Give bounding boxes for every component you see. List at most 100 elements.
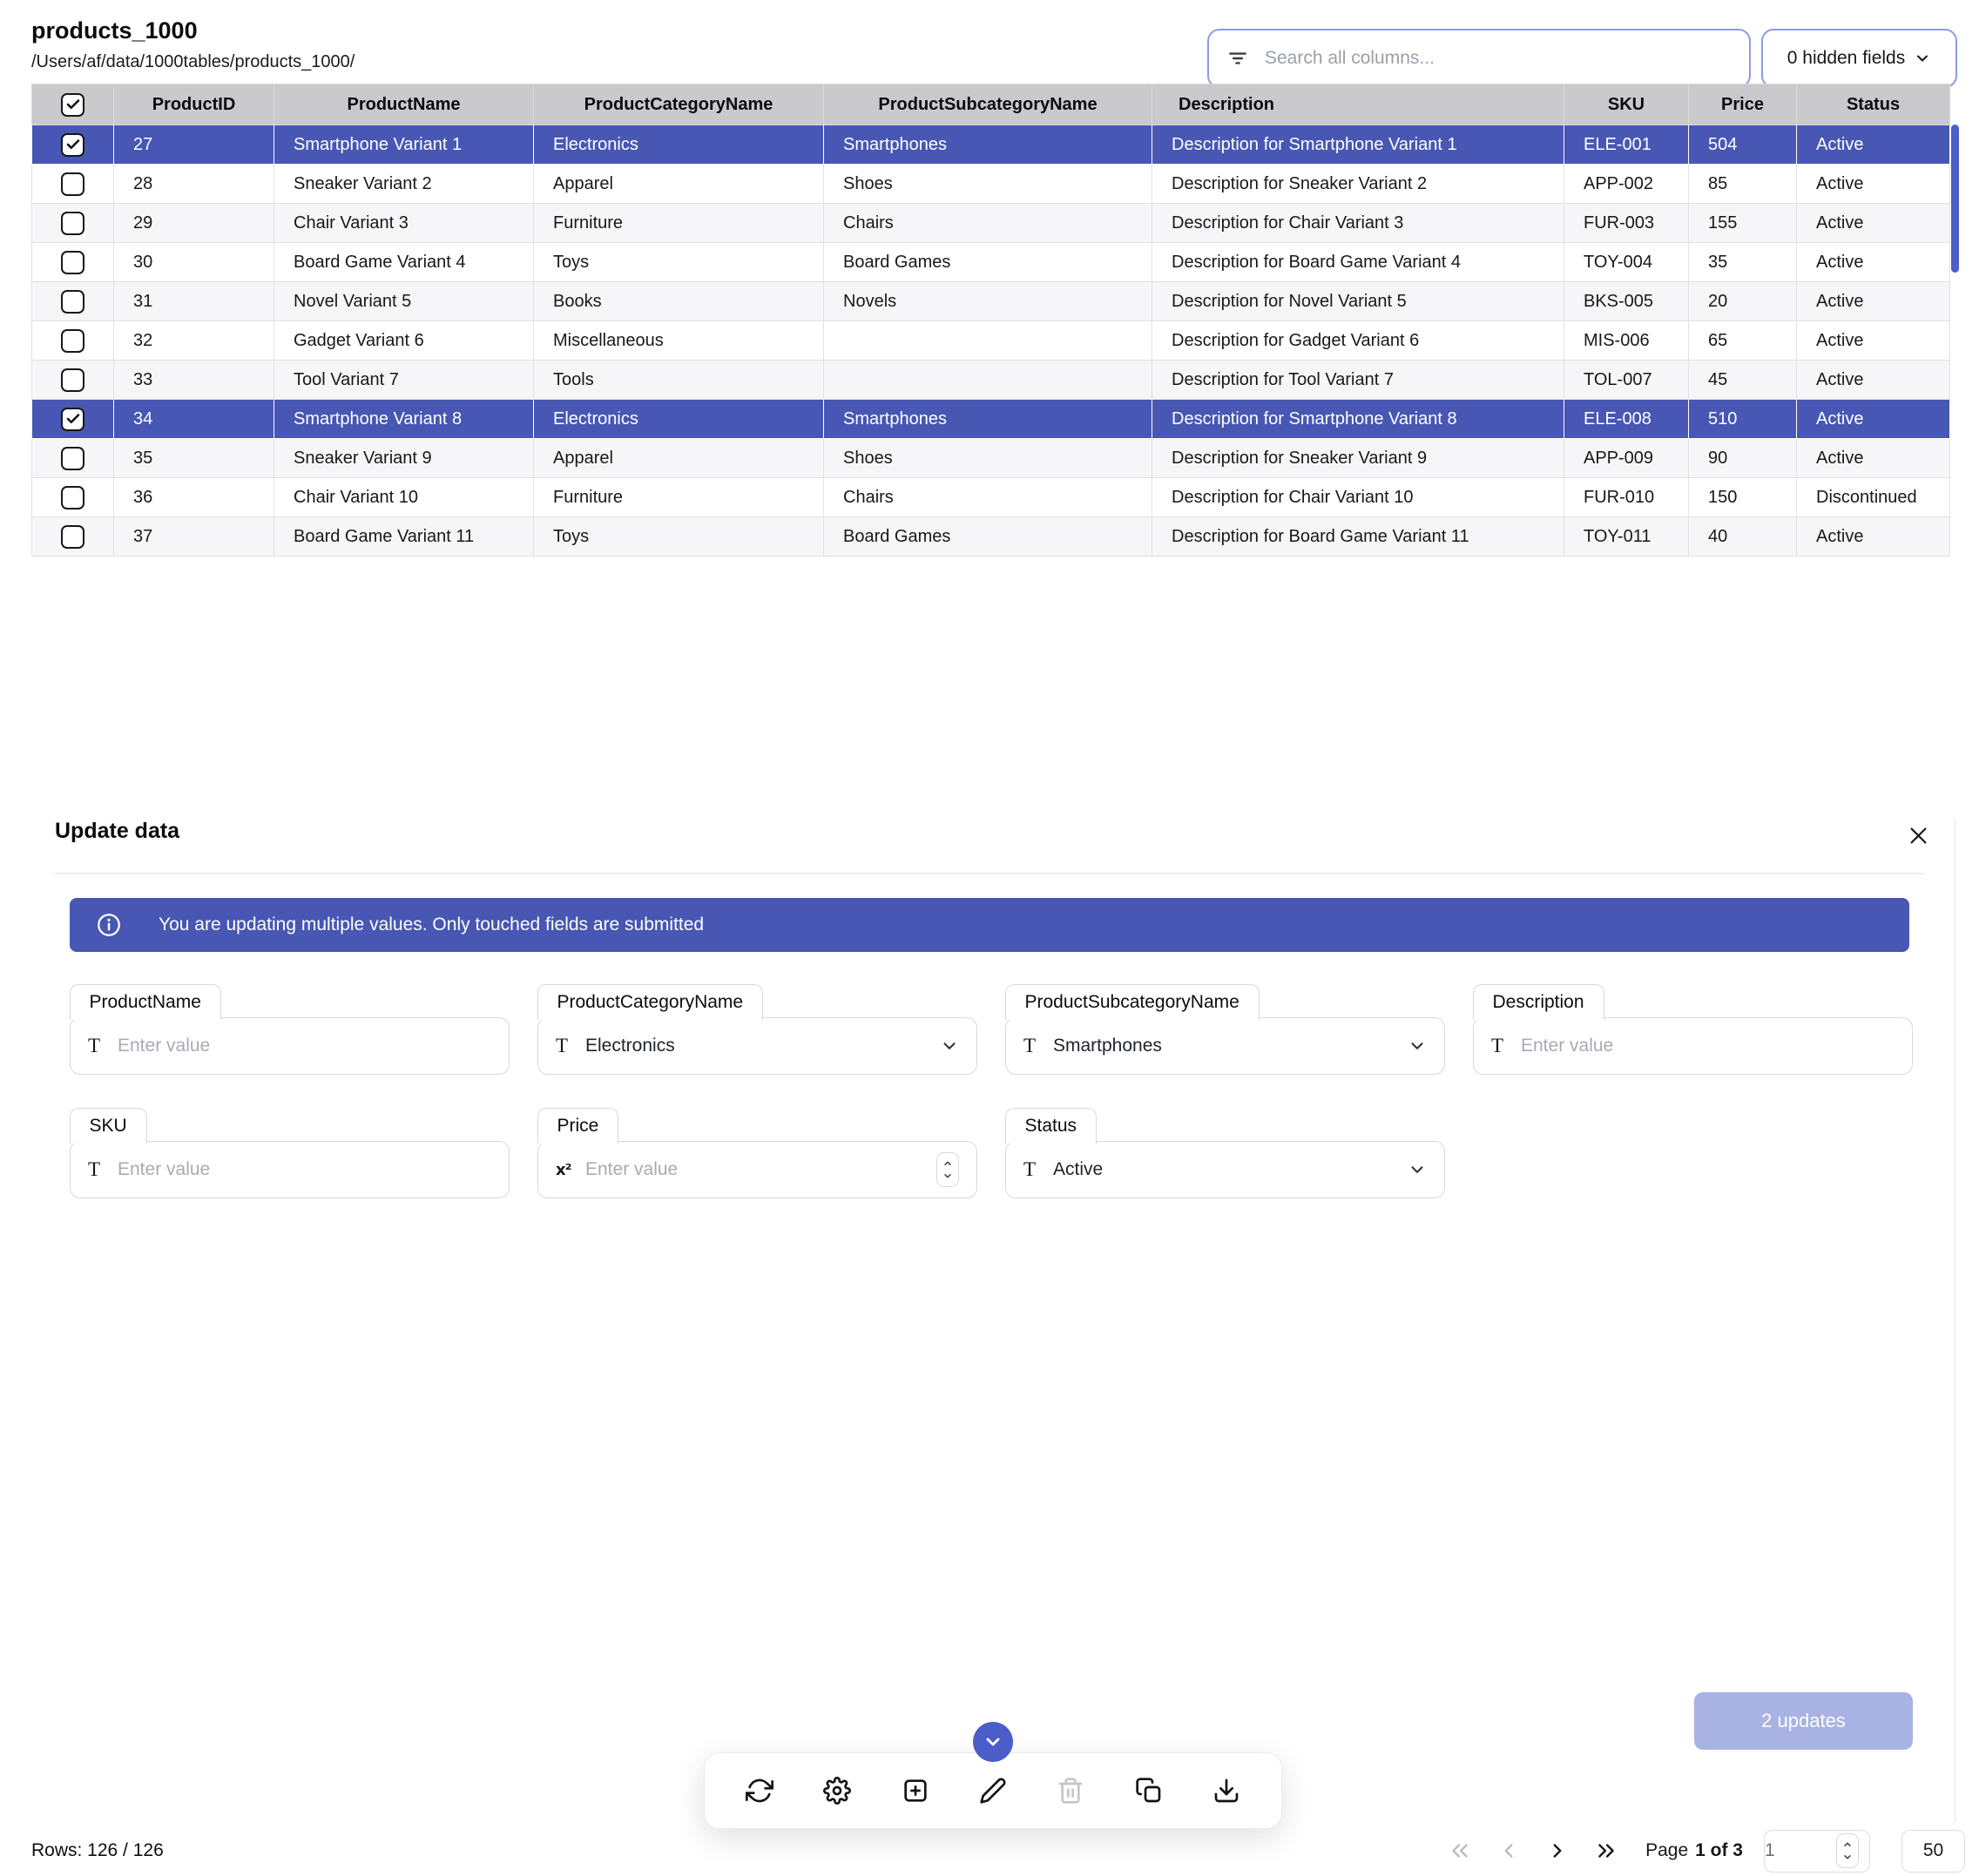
page-number-stepper[interactable] <box>1836 1833 1859 1868</box>
cell-description: Description for Smartphone Variant 1 <box>1152 125 1564 165</box>
edit-pencil-icon[interactable] <box>978 1776 1008 1805</box>
row-checkbox[interactable] <box>61 486 84 509</box>
cell-subcategory <box>824 361 1152 400</box>
select-all-cell <box>32 84 114 125</box>
column-header-description[interactable]: Description <box>1152 84 1564 125</box>
table-row[interactable]: 35 Sneaker Variant 9 Apparel Shoes Descr… <box>32 439 1950 478</box>
table-row[interactable]: 37 Board Game Variant 11 Toys Board Game… <box>32 517 1950 557</box>
row-checkbox[interactable] <box>61 172 84 196</box>
cell-category: Electronics <box>534 125 824 165</box>
table-row[interactable]: 29 Chair Variant 3 Furniture Chairs Desc… <box>32 204 1950 243</box>
cell-description: Description for Gadget Variant 6 <box>1152 321 1564 361</box>
row-checkbox[interactable] <box>61 212 84 235</box>
column-header-productid[interactable]: ProductID <box>114 84 274 125</box>
cell-category: Toys <box>534 243 824 282</box>
cell-category: Electronics <box>534 400 824 439</box>
cell-subcategory: Novels <box>824 282 1152 321</box>
column-header-price[interactable]: Price <box>1689 84 1797 125</box>
sku-field[interactable]: SKU T Enter value <box>70 1141 510 1198</box>
select-all-checkbox[interactable] <box>61 93 84 117</box>
table-row[interactable]: 32 Gadget Variant 6 Miscellaneous Descri… <box>32 321 1950 361</box>
page-word: Page <box>1645 1840 1688 1860</box>
cell-productname: Novel Variant 5 <box>274 282 534 321</box>
cell-category: Books <box>534 282 824 321</box>
search-input[interactable]: Search all columns... <box>1207 29 1751 88</box>
table-row[interactable]: 27 Smartphone Variant 1 Electronics Smar… <box>32 125 1950 165</box>
description-field[interactable]: Description T Enter value <box>1473 1017 1913 1075</box>
duplicate-copy-icon[interactable] <box>1134 1776 1164 1805</box>
cell-status: Active <box>1797 204 1950 243</box>
refresh-icon[interactable] <box>745 1776 774 1805</box>
cell-sku: FUR-003 <box>1564 204 1689 243</box>
row-checkbox[interactable] <box>61 290 84 314</box>
table-scrollbar-thumb[interactable] <box>1951 125 1959 273</box>
column-header-sku[interactable]: SKU <box>1564 84 1689 125</box>
select-value: Electronics <box>585 1036 675 1056</box>
productsubcategoryname-select[interactable]: ProductSubcategoryName T Smartphones <box>1005 1017 1445 1075</box>
cell-category: Toys <box>534 517 824 557</box>
number-stepper[interactable] <box>936 1152 959 1187</box>
row-checkbox[interactable] <box>61 525 84 549</box>
text-type-icon: T <box>88 1158 111 1181</box>
table-row[interactable]: 30 Board Game Variant 4 Toys Board Games… <box>32 243 1950 282</box>
row-checkbox[interactable] <box>61 251 84 274</box>
cell-sku: APP-009 <box>1564 439 1689 478</box>
column-header-category[interactable]: ProductCategoryName <box>534 84 824 125</box>
next-page-button[interactable] <box>1539 1832 1576 1869</box>
cell-description: Description for Chair Variant 10 <box>1152 478 1564 517</box>
search-placeholder: Search all columns... <box>1265 48 1435 69</box>
cell-productname: Chair Variant 10 <box>274 478 534 517</box>
hidden-fields-dropdown[interactable]: 0 hidden fields <box>1761 29 1957 88</box>
row-checkbox[interactable] <box>61 408 84 431</box>
table-row[interactable]: 34 Smartphone Variant 8 Electronics Smar… <box>32 400 1950 439</box>
table-path: /Users/af/data/1000tables/products_1000/ <box>31 52 355 72</box>
cell-price: 35 <box>1689 243 1797 282</box>
page-status-value: 1 of 3 <box>1695 1840 1743 1860</box>
delete-trash-icon <box>1056 1776 1085 1805</box>
page-size-select[interactable]: 50 <box>1901 1830 1965 1873</box>
cell-status: Active <box>1797 282 1950 321</box>
page-number-input[interactable]: 1 <box>1764 1830 1870 1873</box>
row-checkbox[interactable] <box>61 447 84 470</box>
settings-gear-icon[interactable] <box>822 1776 852 1805</box>
collapse-toolbar-button[interactable] <box>973 1722 1013 1762</box>
column-header-subcategory[interactable]: ProductSubcategoryName <box>824 84 1152 125</box>
productname-field[interactable]: ProductName T Enter value <box>70 1017 510 1075</box>
cell-status: Active <box>1797 321 1950 361</box>
cell-productname: Smartphone Variant 1 <box>274 125 534 165</box>
close-icon[interactable] <box>1903 820 1933 850</box>
cell-subcategory: Smartphones <box>824 400 1152 439</box>
last-page-button[interactable] <box>1588 1832 1624 1869</box>
table-row[interactable]: 31 Novel Variant 5 Books Novels Descript… <box>32 282 1950 321</box>
table-row[interactable]: 28 Sneaker Variant 2 Apparel Shoes Descr… <box>32 165 1950 204</box>
column-header-productname[interactable]: ProductName <box>274 84 534 125</box>
productcategoryname-field-label: ProductCategoryName <box>537 984 764 1020</box>
table-row[interactable]: 33 Tool Variant 7 Tools Description for … <box>32 361 1950 400</box>
add-record-icon[interactable] <box>901 1776 930 1805</box>
cell-status: Active <box>1797 439 1950 478</box>
updates-submit-button[interactable]: 2 updates <box>1694 1692 1913 1750</box>
productsubcategoryname-field-label: ProductSubcategoryName <box>1005 984 1260 1020</box>
row-checkbox[interactable] <box>61 368 84 392</box>
table-row[interactable]: 36 Chair Variant 10 Furniture Chairs Des… <box>32 478 1950 517</box>
cell-subcategory: Smartphones <box>824 125 1152 165</box>
download-icon[interactable] <box>1212 1776 1241 1805</box>
cell-sku: FUR-010 <box>1564 478 1689 517</box>
row-checkbox[interactable] <box>61 329 84 353</box>
price-field[interactable]: Price x² Enter value <box>537 1141 977 1198</box>
cell-productid: 32 <box>114 321 274 361</box>
cell-productname: Board Game Variant 11 <box>274 517 534 557</box>
data-table: ProductID ProductName ProductCategoryNam… <box>31 84 1950 557</box>
row-checkbox[interactable] <box>61 133 84 157</box>
cell-subcategory: Shoes <box>824 165 1152 204</box>
description-field-label: Description <box>1473 984 1604 1020</box>
cell-productid: 27 <box>114 125 274 165</box>
status-select[interactable]: Status T Active <box>1005 1141 1445 1198</box>
cell-description: Description for Board Game Variant 11 <box>1152 517 1564 557</box>
cell-price: 40 <box>1689 517 1797 557</box>
text-type-icon: T <box>1491 1035 1514 1057</box>
cell-description: Description for Sneaker Variant 2 <box>1152 165 1564 204</box>
productcategoryname-select[interactable]: ProductCategoryName T Electronics <box>537 1017 977 1075</box>
field-placeholder: Enter value <box>1521 1036 1613 1056</box>
column-header-status[interactable]: Status <box>1797 84 1950 125</box>
